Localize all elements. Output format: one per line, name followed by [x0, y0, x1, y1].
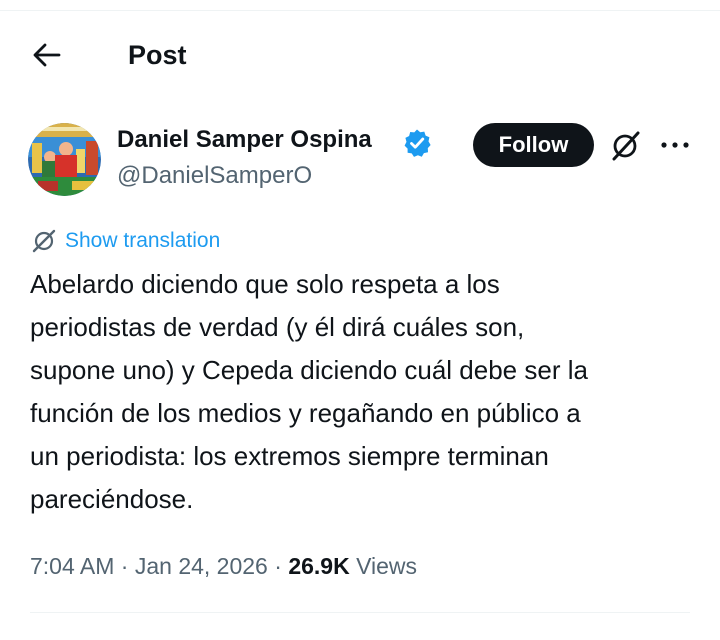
meta-separator-2: ·	[267, 553, 289, 579]
follow-button[interactable]: Follow	[473, 123, 594, 167]
meta-separator: ·	[114, 553, 135, 579]
translate-icon	[32, 229, 56, 253]
post-time[interactable]: 7:04 AM	[30, 553, 114, 579]
arrow-left-icon	[33, 43, 61, 67]
top-divider	[0, 10, 720, 11]
post-date[interactable]: Jan 24, 2026	[135, 553, 268, 579]
post-text: Abelardo diciendo que solo respeta a los…	[30, 269, 588, 514]
grok-button[interactable]	[608, 129, 644, 163]
avatar[interactable]	[28, 123, 101, 196]
author-handle[interactable]: @DanielSamperO	[117, 160, 312, 192]
post-metadata: 7:04 AM · Jan 24, 2026 · 26.9K Views	[30, 549, 417, 583]
back-button[interactable]	[28, 39, 64, 71]
header-bar: Post	[0, 30, 720, 80]
verified-badge-icon	[402, 128, 432, 158]
views-count: 26.9K	[288, 553, 350, 579]
bottom-divider	[30, 612, 690, 613]
author-name[interactable]: Daniel Samper Ospina	[117, 124, 372, 156]
grok-icon	[612, 131, 640, 161]
more-horizontal-icon	[661, 142, 689, 148]
page-title: Post	[128, 40, 187, 70]
more-options-button[interactable]	[658, 132, 692, 158]
views-label: Views	[349, 553, 418, 579]
show-translation-link[interactable]: Show translation	[31, 226, 220, 256]
show-translation-label: Show translation	[65, 229, 221, 252]
